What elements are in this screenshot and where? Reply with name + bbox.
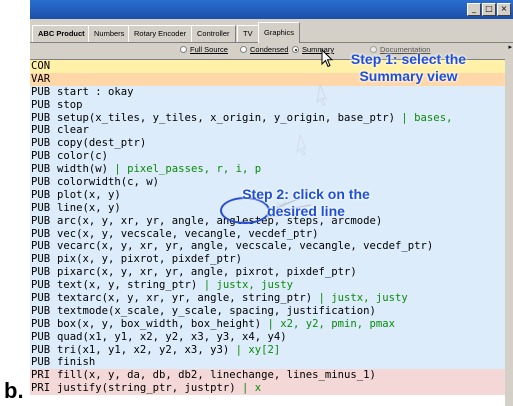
scroll-right-icon[interactable]: ▸ [508,43,512,51]
method-signature: stop [57,98,83,111]
tab-numbers[interactable]: Numbers [88,25,131,42]
step1-callout: Step 1: select the Summary view [350,51,467,84]
radio-full-source[interactable]: Full Source [180,45,228,54]
listing-row[interactable]: PUB copy(dest_ptr) [30,137,505,151]
block-keyword: PUB [31,227,51,240]
method-signature: text(x, y, string_ptr) [57,279,204,292]
method-signature: plot(x, y) [57,188,121,201]
listing-row[interactable]: PUB pixarc(x, y, xr, yr, angle, pixrot, p… [30,266,505,280]
local-variables: | x2, y2, pmin, pmax [267,317,396,330]
radio-dot [180,46,187,53]
block-keyword: PUB [31,304,51,317]
method-signature: vecarc(x, y, xr, yr, angle, vecscale, ve… [57,240,434,253]
listing-row[interactable]: PUB box(x, y, box_width, box_height) | x2… [30,317,505,331]
listing-row[interactable]: PUB color(c) [30,150,505,164]
listing-row[interactable]: PUB textarc(x, y, xr, yr, angle, string_p… [30,292,505,305]
method-signature: start : okay [57,85,134,98]
listing-row[interactable]: PUB pix(x, y, pixrot, pixdef_ptr) [30,253,505,267]
method-signature: setup(x_tiles, y_tiles, x_origin, y_orig… [57,111,402,124]
listing-row[interactable]: PUB textmode(x_scale, y_scale, spacing, j… [30,304,505,318]
listing-row[interactable]: PUB text(x, y, string_ptr) | justx, justy [30,279,505,293]
object-viewer-window: _ □ × ABC Product Numbers Rotary Encoder… [30,0,513,406]
local-variables: | x [241,382,262,395]
local-variables: | justx, justy [203,279,293,292]
listing-row[interactable]: PRI fill(x, y, da, db, db2, linechange, l… [30,369,505,383]
local-variables: | bases, [401,111,453,124]
close-button[interactable]: × [497,3,511,16]
block-keyword: PUB [31,330,51,343]
figure-label: b. [4,378,24,403]
method-signature: box(x, y, box_width, box_height) [57,317,268,330]
local-variables: | justx, justy [318,292,408,305]
block-keyword: PUB [31,85,51,98]
radio-dot [292,46,299,53]
block-keyword: PUB [31,150,51,163]
method-signature: copy(dest_ptr) [57,137,147,150]
listing-row[interactable]: PUB quad(x1, y1, x2, y2, x3, y3, x4, y4) [30,330,505,344]
method-signature: pixarc(x, y, xr, yr, angle, pixrot, pixd… [57,266,357,279]
method-signature: colorwidth(c, w) [57,176,160,189]
local-variables: | xy[2] [235,343,281,356]
block-keyword: PUB [31,343,51,356]
listing-row[interactable]: PUB tri(x1, y1, x2, y2, x3, y3) | xy[2] [30,343,505,357]
block-keyword: PUB [31,163,51,176]
listing-row[interactable]: PUB setup(x_tiles, y_tiles, x_origin, y_o… [30,111,505,125]
object-tabs: ABC Product Numbers Rotary Encoder Contr… [30,22,513,43]
method-signature: textmode(x_scale, y_scale, spacing, just… [57,304,376,317]
tab-abc-product[interactable]: ABC Product [32,25,91,42]
method-signature: tri(x1, y1, x2, y2, x3, y3) [57,343,236,356]
listing-row[interactable]: PUB stop [30,98,505,112]
block-keyword: PUB [31,214,51,227]
method-signature: fill(x, y, da, db, db2, linechange, line… [57,369,376,382]
method-signature: line(x, y) [57,201,121,214]
block-keyword: PUB [31,176,51,189]
block-keyword: CON [31,60,51,72]
block-keyword: PUB [31,188,51,201]
tab-graphics[interactable]: Graphics [258,22,301,43]
block-keyword: PUB [31,137,51,150]
block-keyword: PUB [31,201,51,214]
minimize-button[interactable]: _ [467,3,481,16]
block-keyword: PUB [31,98,51,111]
block-keyword: PRI [31,382,51,395]
tab-controller[interactable]: Controller [191,25,236,42]
listing-row[interactable]: PRI justify(string_ptr, justptr) | x [30,382,505,396]
method-signature: color(c) [57,150,109,163]
block-keyword: PUB [31,356,51,369]
radio-condensed[interactable]: Condensed [240,45,288,54]
radio-dot [240,46,247,53]
block-keyword: PUB [31,111,51,124]
listing-row[interactable]: PUB width(w) | pixel_passes, r, i, p [30,163,505,177]
titlebar: _ □ × [30,0,513,19]
method-signature: textarc(x, y, xr, yr, angle, string_ptr) [57,292,319,305]
block-keyword: PUB [31,124,51,137]
tab-rotary-encoder[interactable]: Rotary Encoder [128,25,193,42]
listing-row[interactable]: PUB start : okay [30,85,505,99]
local-variables: | pixel_passes, r, i, p [114,163,262,176]
block-keyword: VAR [31,72,51,85]
block-keyword: PRI [31,369,51,382]
method-signature: finish [57,356,96,369]
method-signature: width(w) [57,163,115,176]
block-keyword: PUB [31,240,51,253]
maximize-button[interactable]: □ [482,3,496,16]
listing-row[interactable]: PUB vecarc(x, y, xr, yr, angle, vecscale,… [30,240,505,254]
listing-row[interactable]: PUB clear [30,124,505,138]
method-signature: quad(x1, y1, x2, y2, x3, y3, x4, y4) [57,330,287,343]
block-keyword: PUB [31,253,51,266]
tab-tv[interactable]: TV [237,25,259,42]
step2-callout: Step 2: click on the desired line [242,186,370,219]
block-keyword: PUB [31,292,51,305]
listing-row[interactable]: PUB finish [30,356,505,370]
method-signature: justify(string_ptr, justptr) [57,382,242,395]
block-keyword: PUB [31,266,51,279]
method-signature: clear [57,124,89,137]
method-signature: pix(x, y, pixrot, pixdef_ptr) [57,253,242,266]
block-keyword: PUB [31,317,51,330]
block-keyword: PUB [31,279,51,292]
